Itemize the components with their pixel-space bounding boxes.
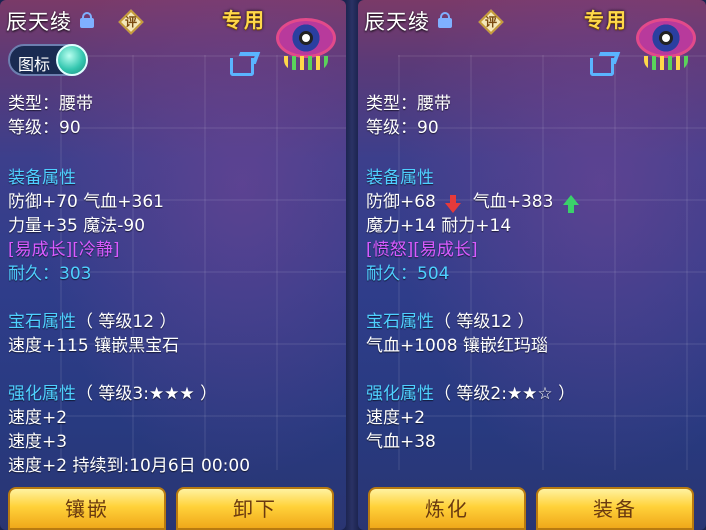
compare-item-panel: 辰天绫 评 专用 类型：腰带 等级：90 装备属性 防御+68 气血+383 魔… bbox=[358, 0, 706, 530]
equip-attr-line: 魔力+14 耐力+14 bbox=[366, 216, 512, 236]
gem-attr-header: 宝石属性 bbox=[366, 312, 434, 332]
special-tags: [易成长][冷静] bbox=[8, 240, 120, 260]
item-type: 类型：腰带 bbox=[366, 94, 451, 114]
equipped-item-panel: 辰天绫 评 专用 图标 类型：腰带 等级：90 装备属性 防御+70 气血+36… bbox=[0, 0, 346, 530]
icon-toggle-label: 图标 bbox=[18, 55, 51, 74]
item-type: 类型：腰带 bbox=[8, 94, 93, 114]
special-tags: [愤怒][易成长] bbox=[366, 240, 478, 260]
item-level: 等级：90 bbox=[8, 118, 81, 138]
gem-level: （ 等级12 ） bbox=[76, 312, 177, 332]
gem-attr-title: 宝石属性（ 等级12 ） bbox=[366, 310, 534, 334]
item-name: 辰天绫 bbox=[364, 10, 430, 34]
gem-level: （ 等级12 ） bbox=[434, 312, 535, 332]
gem-attr-title: 宝石属性（ 等级12 ） bbox=[8, 310, 176, 334]
equip-attr-header: 装备属性 bbox=[366, 168, 434, 188]
equip-button[interactable]: 装备 bbox=[536, 487, 694, 530]
mask-badge-icon bbox=[270, 14, 342, 72]
item-level: 等级：90 bbox=[366, 118, 439, 138]
defense-value: 防御+68 bbox=[366, 192, 436, 212]
equip-attr-line: 防御+68 气血+383 bbox=[366, 190, 579, 214]
enhance-attr-line: 速度+2 持续到:10月6日 00:00 bbox=[8, 456, 251, 476]
panel-divider bbox=[346, 0, 358, 530]
enhance-attr-title: 强化属性（ 等级3:★★★ ） bbox=[8, 382, 217, 406]
icon-toggle[interactable]: 图标 bbox=[8, 44, 88, 76]
share-icon[interactable] bbox=[590, 50, 621, 76]
enhance-level: （ 等级2:★★☆ ） bbox=[434, 384, 576, 404]
enhance-attr-line: 速度+2 bbox=[8, 408, 68, 428]
equip-attr-header: 装备属性 bbox=[8, 168, 76, 188]
mask-badge-icon bbox=[630, 14, 702, 72]
enhance-level: （ 等级3:★★★ ） bbox=[76, 384, 218, 404]
arrow-down-icon bbox=[445, 195, 462, 213]
enhance-attr-line: 速度+2 bbox=[366, 408, 426, 428]
unequip-button[interactable]: 卸下 bbox=[176, 487, 334, 530]
refine-button[interactable]: 炼化 bbox=[368, 487, 526, 530]
exclusive-label: 专用 bbox=[222, 8, 266, 32]
durability: 耐久：303 bbox=[8, 264, 92, 284]
inlay-button[interactable]: 镶嵌 bbox=[8, 487, 166, 530]
item-name: 辰天绫 bbox=[6, 10, 72, 34]
equip-attr-line: 力量+35 魔法-90 bbox=[8, 216, 146, 236]
hp-value: 气血+383 bbox=[472, 192, 554, 212]
enhance-attr-header: 强化属性 bbox=[8, 384, 76, 404]
enhance-attr-line: 速度+3 bbox=[8, 432, 68, 452]
durability: 耐久：504 bbox=[366, 264, 450, 284]
gem-attr-header: 宝石属性 bbox=[8, 312, 76, 332]
lock-icon bbox=[438, 12, 452, 28]
gem-attr-line: 速度+115 镶嵌黑宝石 bbox=[8, 336, 180, 356]
gem-attr-line: 气血+1008 镶嵌红玛瑙 bbox=[366, 336, 548, 356]
inventory-grid-background bbox=[60, 55, 346, 470]
toggle-knob bbox=[56, 44, 88, 76]
enhance-attr-line: 气血+38 bbox=[366, 432, 436, 452]
enhance-attr-header: 强化属性 bbox=[366, 384, 434, 404]
equip-attr-line: 防御+70 气血+361 bbox=[8, 192, 164, 212]
evaluate-icon[interactable]: 评 bbox=[118, 9, 144, 35]
exclusive-label: 专用 bbox=[584, 8, 628, 32]
evaluate-icon[interactable]: 评 bbox=[478, 9, 504, 35]
lock-icon bbox=[80, 12, 94, 28]
enhance-attr-title: 强化属性（ 等级2:★★☆ ） bbox=[366, 382, 575, 406]
arrow-up-icon bbox=[562, 195, 579, 213]
share-icon[interactable] bbox=[230, 50, 261, 76]
